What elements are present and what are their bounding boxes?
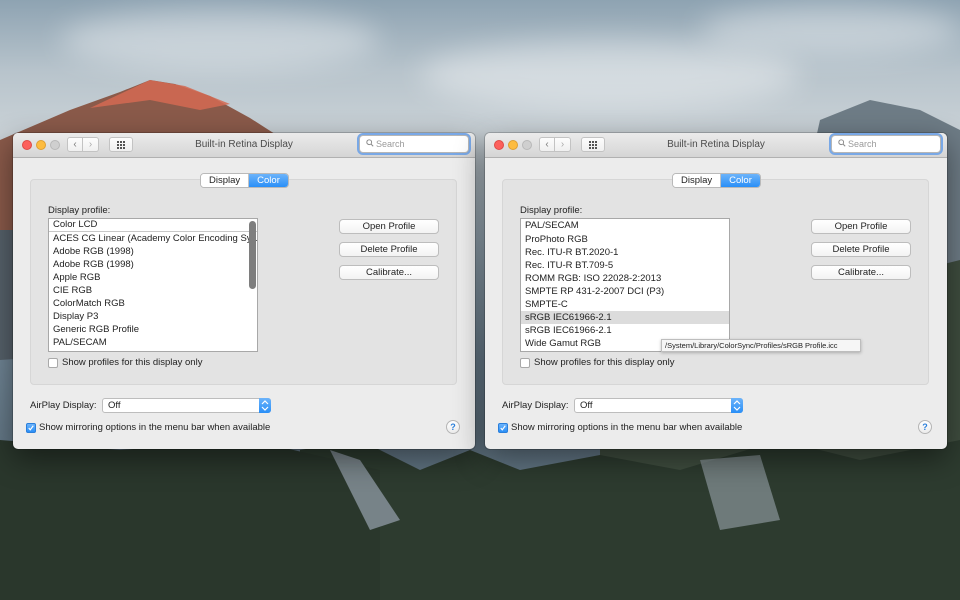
list-item[interactable]: PAL/SECAM bbox=[521, 219, 729, 233]
list-item[interactable]: SMPTE-C bbox=[521, 298, 729, 311]
list-item[interactable]: CIE RGB bbox=[49, 284, 257, 297]
display-preferences-window-left: ‹ › Built-in Retina Display Display Colo… bbox=[13, 133, 475, 449]
list-item[interactable]: ROMM RGB: ISO 22028-2:2013 bbox=[521, 272, 729, 285]
mirroring-options-label: Show mirroring options in the menu bar w… bbox=[511, 422, 743, 433]
list-item[interactable]: ColorMatch RGB bbox=[49, 297, 257, 310]
mirroring-options-label: Show mirroring options in the menu bar w… bbox=[39, 422, 271, 433]
airplay-display-select[interactable]: Off bbox=[574, 398, 743, 413]
search-icon bbox=[366, 139, 374, 147]
calibrate-button[interactable]: Calibrate... bbox=[339, 265, 439, 280]
search-icon bbox=[838, 139, 846, 147]
open-profile-button[interactable]: Open Profile bbox=[811, 219, 911, 234]
help-button[interactable]: ? bbox=[446, 420, 460, 434]
show-profiles-label: Show profiles for this display only bbox=[534, 357, 675, 368]
display-profile-list[interactable]: Color LCD ACES CG Linear (Academy Color … bbox=[48, 218, 258, 352]
checkmark-icon bbox=[500, 425, 506, 431]
tab-control: Display Color bbox=[200, 173, 289, 188]
list-item[interactable]: Rec. ITU-R BT.709-5 bbox=[521, 259, 729, 272]
airplay-display-select[interactable]: Off bbox=[102, 398, 271, 413]
list-item[interactable]: PAL/SECAM bbox=[49, 336, 257, 349]
tab-display[interactable]: Display bbox=[673, 174, 722, 187]
updown-arrows-icon bbox=[731, 398, 743, 413]
search-field[interactable] bbox=[359, 135, 469, 153]
list-item[interactable]: ACES CG Linear (Academy Color Encoding S… bbox=[49, 232, 257, 245]
list-item[interactable]: Color LCD bbox=[49, 219, 257, 232]
title-bar[interactable]: ‹ › Built-in Retina Display bbox=[485, 133, 947, 158]
list-item[interactable]: Adobe RGB (1998) bbox=[49, 258, 257, 271]
search-input[interactable] bbox=[848, 136, 936, 152]
show-profiles-checkbox[interactable] bbox=[48, 358, 58, 368]
list-item-selected[interactable]: sRGB IEC61966-2.1 bbox=[521, 311, 729, 324]
help-button[interactable]: ? bbox=[918, 420, 932, 434]
display-preferences-window-right: ‹ › Built-in Retina Display Display Colo… bbox=[485, 133, 947, 449]
list-item[interactable]: ProPhoto RGB bbox=[521, 233, 729, 246]
display-profile-label: Display profile: bbox=[520, 205, 583, 216]
mirroring-options-checkbox[interactable] bbox=[498, 423, 508, 433]
list-item[interactable]: Generic RGB Profile bbox=[49, 323, 257, 336]
display-profile-label: Display profile: bbox=[48, 205, 111, 216]
tab-control: Display Color bbox=[672, 173, 761, 188]
list-item[interactable]: sRGB IEC61966-2.1 bbox=[521, 324, 729, 337]
list-item[interactable]: Rec. ITU-R BT.2020-1 bbox=[521, 246, 729, 259]
airplay-display-label: AirPlay Display: bbox=[30, 400, 97, 411]
tab-color[interactable]: Color bbox=[249, 174, 288, 187]
search-input[interactable] bbox=[376, 136, 464, 152]
open-profile-button[interactable]: Open Profile bbox=[339, 219, 439, 234]
show-profiles-checkbox[interactable] bbox=[520, 358, 530, 368]
mirroring-options-checkbox[interactable] bbox=[26, 423, 36, 433]
title-bar[interactable]: ‹ › Built-in Retina Display bbox=[13, 133, 475, 158]
updown-arrows-icon bbox=[259, 398, 271, 413]
delete-profile-button[interactable]: Delete Profile bbox=[339, 242, 439, 257]
list-scrollbar[interactable] bbox=[249, 221, 256, 289]
calibrate-button[interactable]: Calibrate... bbox=[811, 265, 911, 280]
list-item[interactable]: Adobe RGB (1998) bbox=[49, 245, 257, 258]
delete-profile-button[interactable]: Delete Profile bbox=[811, 242, 911, 257]
list-item[interactable]: Display P3 bbox=[49, 310, 257, 323]
airplay-display-value: Off bbox=[108, 400, 121, 411]
airplay-display-value: Off bbox=[580, 400, 593, 411]
airplay-display-label: AirPlay Display: bbox=[502, 400, 569, 411]
profile-path-tooltip: /System/Library/ColorSync/Profiles/sRGB … bbox=[661, 339, 861, 352]
show-profiles-label: Show profiles for this display only bbox=[62, 357, 203, 368]
search-field[interactable] bbox=[831, 135, 941, 153]
display-profile-list[interactable]: PAL/SECAM ProPhoto RGB Rec. ITU-R BT.202… bbox=[520, 218, 730, 352]
list-item[interactable]: SMPTE RP 431-2-2007 DCI (P3) bbox=[521, 285, 729, 298]
tab-color[interactable]: Color bbox=[721, 174, 760, 187]
checkmark-icon bbox=[28, 425, 34, 431]
list-item[interactable]: Apple RGB bbox=[49, 271, 257, 284]
tab-display[interactable]: Display bbox=[201, 174, 250, 187]
